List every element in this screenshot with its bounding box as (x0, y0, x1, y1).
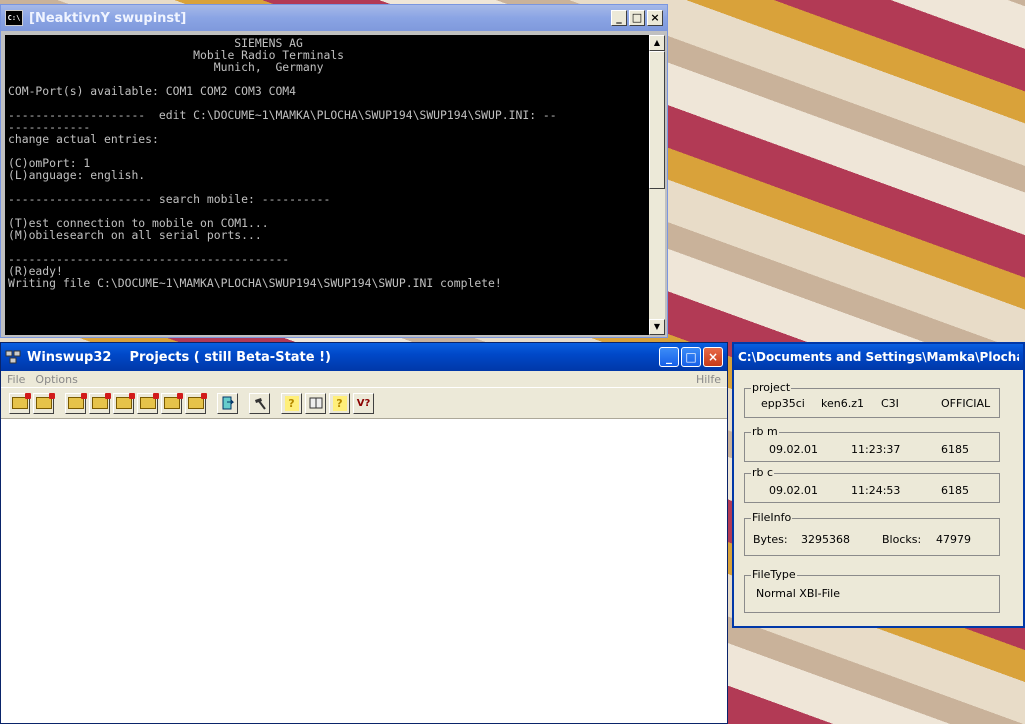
rbc-number: 6185 (941, 484, 969, 497)
bytes-value: 3295368 (801, 533, 850, 546)
maximize-button[interactable]: □ (629, 10, 645, 26)
winswup-subtitle: Projects ( still Beta-State !) (129, 349, 331, 365)
rbm-legend: rb m (751, 425, 779, 438)
console-titlebar[interactable]: C:\ [NeaktivnÝ swupinst] _ □ × (1, 5, 667, 31)
filetype-value: Normal XBI-File (756, 587, 840, 600)
project-legend: project (751, 381, 792, 394)
minimize-button[interactable]: _ (611, 10, 627, 26)
blocks-label: Blocks: (882, 533, 922, 546)
filetype-legend: FileType (751, 568, 797, 581)
projects-area[interactable] (1, 419, 727, 723)
console-window[interactable]: C:\ [NeaktivnÝ swupinst] _ □ × SIEMENS A… (0, 4, 668, 338)
project-status: OFFICIAL (941, 397, 991, 410)
menu-help[interactable]: Hilfe (696, 373, 721, 386)
console-title: [NeaktivnÝ swupinst] (29, 10, 187, 26)
open-folder-icon[interactable] (137, 392, 159, 414)
fileinfo-legend: FileInfo (751, 511, 793, 524)
info-title: C:\Documents and Settings\Mamka\Plocha\.… (738, 350, 1019, 364)
book-icon[interactable] (305, 392, 326, 414)
help-icon[interactable]: ? (281, 392, 302, 414)
rbc-time: 11:24:53 (851, 484, 901, 497)
open-folder-icon[interactable] (113, 392, 135, 414)
hammer-icon[interactable] (249, 392, 270, 414)
open-folder-icon[interactable] (9, 392, 31, 414)
cmd-icon: C:\ (5, 10, 23, 26)
rbc-group: rb c 09.02.01 11:24:53 6185 (744, 466, 1000, 503)
blocks-value: 47979 (936, 533, 971, 546)
scroll-up-icon[interactable]: ▲ (649, 35, 665, 51)
console-text: SIEMENS AG Mobile Radio Terminals Munich… (8, 36, 557, 290)
winswup-window[interactable]: Winswup32 Projects ( still Beta-State !)… (0, 342, 728, 724)
menubar: File Options Hilfe (1, 371, 727, 387)
open-folder-icon[interactable] (65, 392, 87, 414)
network-icon (5, 350, 21, 364)
rbm-group: rb m 09.02.01 11:23:37 6185 (744, 425, 1000, 462)
fileinfo-group: FileInfo Bytes: 3295368 Blocks: 47979 (744, 511, 1000, 556)
rbm-date: 09.02.01 (769, 443, 818, 456)
rbc-date: 09.02.01 (769, 484, 818, 497)
close-button[interactable]: × (647, 10, 663, 26)
rbm-time: 11:23:37 (851, 443, 901, 456)
version-button[interactable]: V? (353, 392, 374, 414)
project-group: project epp35ci ken6.z1 C3I OFFICIAL (744, 381, 1000, 418)
flash-phone-icon[interactable] (217, 392, 238, 414)
file-info-window[interactable]: C:\Documents and Settings\Mamka\Plocha\.… (732, 342, 1025, 628)
scroll-thumb[interactable] (649, 51, 665, 189)
menu-file[interactable]: File (7, 373, 25, 386)
toolbar: ? ? V? (1, 387, 727, 419)
project-type: C3I (881, 397, 899, 410)
scroll-down-icon[interactable]: ▼ (649, 319, 665, 335)
console-scrollbar[interactable]: ▲ ▼ (649, 35, 665, 335)
winswup-title: Winswup32 (27, 349, 112, 365)
maximize-button[interactable]: □ (681, 347, 701, 367)
winswup-titlebar[interactable]: Winswup32 Projects ( still Beta-State !)… (1, 343, 727, 371)
bytes-label: Bytes: (753, 533, 788, 546)
open-folder-icon[interactable] (89, 392, 111, 414)
open-folder-icon[interactable] (33, 392, 55, 414)
filetype-group: FileType Normal XBI-File (744, 568, 1000, 613)
rbc-legend: rb c (751, 466, 775, 479)
help-icon[interactable]: ? (329, 392, 350, 414)
console-output[interactable]: SIEMENS AG Mobile Radio Terminals Munich… (5, 35, 649, 335)
project-version: ken6.z1 (821, 397, 864, 410)
minimize-button[interactable]: _ (659, 347, 679, 367)
open-folder-icon[interactable] (161, 392, 183, 414)
close-button[interactable]: × (703, 347, 723, 367)
project-name: epp35ci (761, 397, 805, 410)
info-titlebar[interactable]: C:\Documents and Settings\Mamka\Plocha\.… (734, 344, 1023, 370)
open-folder-icon[interactable] (185, 392, 207, 414)
rbm-number: 6185 (941, 443, 969, 456)
menu-options[interactable]: Options (35, 373, 77, 386)
